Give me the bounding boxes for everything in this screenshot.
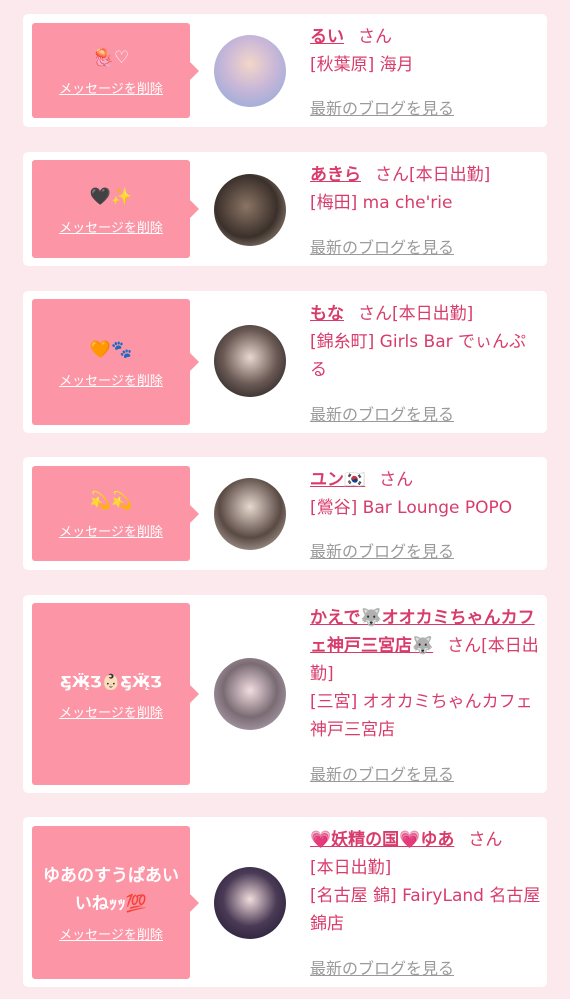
honorific: さん xyxy=(358,27,392,47)
blog-link[interactable]: 最新のブログを見る xyxy=(310,955,454,979)
favorite-card: ゆあのすうぱあいいねｯｯ💯 メッセージを削除 💗妖精の国💗ゆあ さん [本日出勤]… xyxy=(23,817,547,987)
delete-message-link[interactable]: メッセージを削除 xyxy=(59,370,163,389)
delete-message-link[interactable]: メッセージを削除 xyxy=(59,521,163,540)
message-bubble: 🖤✨ メッセージを削除 xyxy=(32,160,199,258)
message-bubble: Ƹ̵̡Ӝ̵̨̄Ʒ👶🏻Ƹ̵̡Ӝ̵̨̄Ʒ メッセージを削除 xyxy=(32,603,199,785)
delete-message-link[interactable]: メッセージを削除 xyxy=(59,924,163,943)
shop-text: [錦糸町] Girls Bar でぃんぷる xyxy=(310,332,527,380)
name-link[interactable]: あきら xyxy=(310,165,361,185)
honorific: さん xyxy=(379,470,414,490)
message-bubble: ゆあのすうぱあいいねｯｯ💯 メッセージを削除 xyxy=(32,826,199,979)
avatar[interactable] xyxy=(214,35,286,107)
favorite-card: Ƹ̵̡Ӝ̵̨̄Ʒ👶🏻Ƹ̵̡Ӝ̵̨̄Ʒ メッセージを削除 かえで🐺オオカミちゃんカ… xyxy=(23,595,547,793)
profile-info: もな さん[本日出勤] [錦糸町] Girls Bar でぃんぷる xyxy=(310,300,542,384)
favorite-card: 💫💫 メッセージを削除 ユン🇰🇷 さん [鶯谷] Bar Lounge POPO … xyxy=(23,457,547,570)
honorific: さん xyxy=(358,304,392,324)
avatar[interactable] xyxy=(214,658,286,730)
avatar[interactable] xyxy=(214,478,286,550)
name-link[interactable]: るい xyxy=(310,27,344,47)
shop-text: [梅田] ma che'rie xyxy=(310,193,453,213)
shop-text: [秋葉原] 海月 xyxy=(310,55,414,75)
blog-link[interactable]: 最新のブログを見る xyxy=(310,95,454,119)
name-link[interactable]: ユン🇰🇷 xyxy=(310,470,365,490)
honorific: さん xyxy=(447,636,482,656)
message-bubble: 🪼♡ メッセージを削除 xyxy=(32,23,199,118)
message-text: Ƹ̵̡Ӝ̵̨̄Ʒ👶🏻Ƹ̵̡Ӝ̵̨̄Ʒ xyxy=(60,672,162,691)
favorite-card: 🖤✨ メッセージを削除 あきら さん[本日出勤] [梅田] ma che'rie … xyxy=(23,152,547,266)
delete-message-link[interactable]: メッセージを削除 xyxy=(59,702,163,721)
blog-link[interactable]: 最新のブログを見る xyxy=(310,234,454,258)
profile-info: ユン🇰🇷 さん [鶯谷] Bar Lounge POPO xyxy=(310,466,542,522)
blog-link[interactable]: 最新のブログを見る xyxy=(310,761,454,785)
blog-link[interactable]: 最新のブログを見る xyxy=(310,538,454,562)
status: [本日出勤] xyxy=(392,304,474,324)
delete-message-link[interactable]: メッセージを削除 xyxy=(59,78,163,97)
message-text: ゆあのすうぱあいいねｯｯ💯 xyxy=(43,866,179,914)
profile-info: あきら さん[本日出勤] [梅田] ma che'rie xyxy=(310,161,542,217)
avatar[interactable] xyxy=(214,174,286,246)
message-text: 🧡🐾 xyxy=(89,339,133,360)
name-link[interactable]: 💗妖精の国💗ゆあ xyxy=(310,830,454,850)
favorite-card: 🪼♡ メッセージを削除 るい さん [秋葉原] 海月 最新のブログを見る xyxy=(23,14,547,127)
message-bubble: 🧡🐾 メッセージを削除 xyxy=(32,299,199,425)
shop-text: [鶯谷] Bar Lounge POPO xyxy=(310,498,513,518)
shop-text: [三宮] オオカミちゃんカフェ神戸三宮店 xyxy=(310,692,533,740)
message-bubble: 💫💫 メッセージを削除 xyxy=(32,466,199,561)
shop-text: [名古屋 錦] FairyLand 名古屋錦店 xyxy=(310,886,541,934)
status: [本日出勤] xyxy=(409,165,491,185)
delete-message-link[interactable]: メッセージを削除 xyxy=(59,217,163,236)
status: [本日出勤] xyxy=(310,858,392,878)
honorific: さん xyxy=(468,830,503,850)
profile-info: 💗妖精の国💗ゆあ さん [本日出勤] [名古屋 錦] FairyLand 名古屋錦… xyxy=(310,826,542,938)
blog-link[interactable]: 最新のブログを見る xyxy=(310,401,454,425)
message-text: 💫💫 xyxy=(89,491,133,511)
message-text: 🪼♡ xyxy=(92,48,130,68)
profile-info: かえで🐺オオカミちゃんカフェ神戸三宮店🐺 さん[本日出勤] [三宮] オオカミちゃ… xyxy=(310,604,542,744)
avatar[interactable] xyxy=(214,867,286,939)
name-link[interactable]: もな xyxy=(310,304,344,324)
profile-info: るい さん [秋葉原] 海月 xyxy=(310,23,542,79)
honorific: さん xyxy=(375,165,409,185)
favorite-card: 🧡🐾 メッセージを削除 もな さん[本日出勤] [錦糸町] Girls Bar で… xyxy=(23,291,547,433)
avatar[interactable] xyxy=(214,325,286,397)
message-text: 🖤✨ xyxy=(89,186,133,207)
